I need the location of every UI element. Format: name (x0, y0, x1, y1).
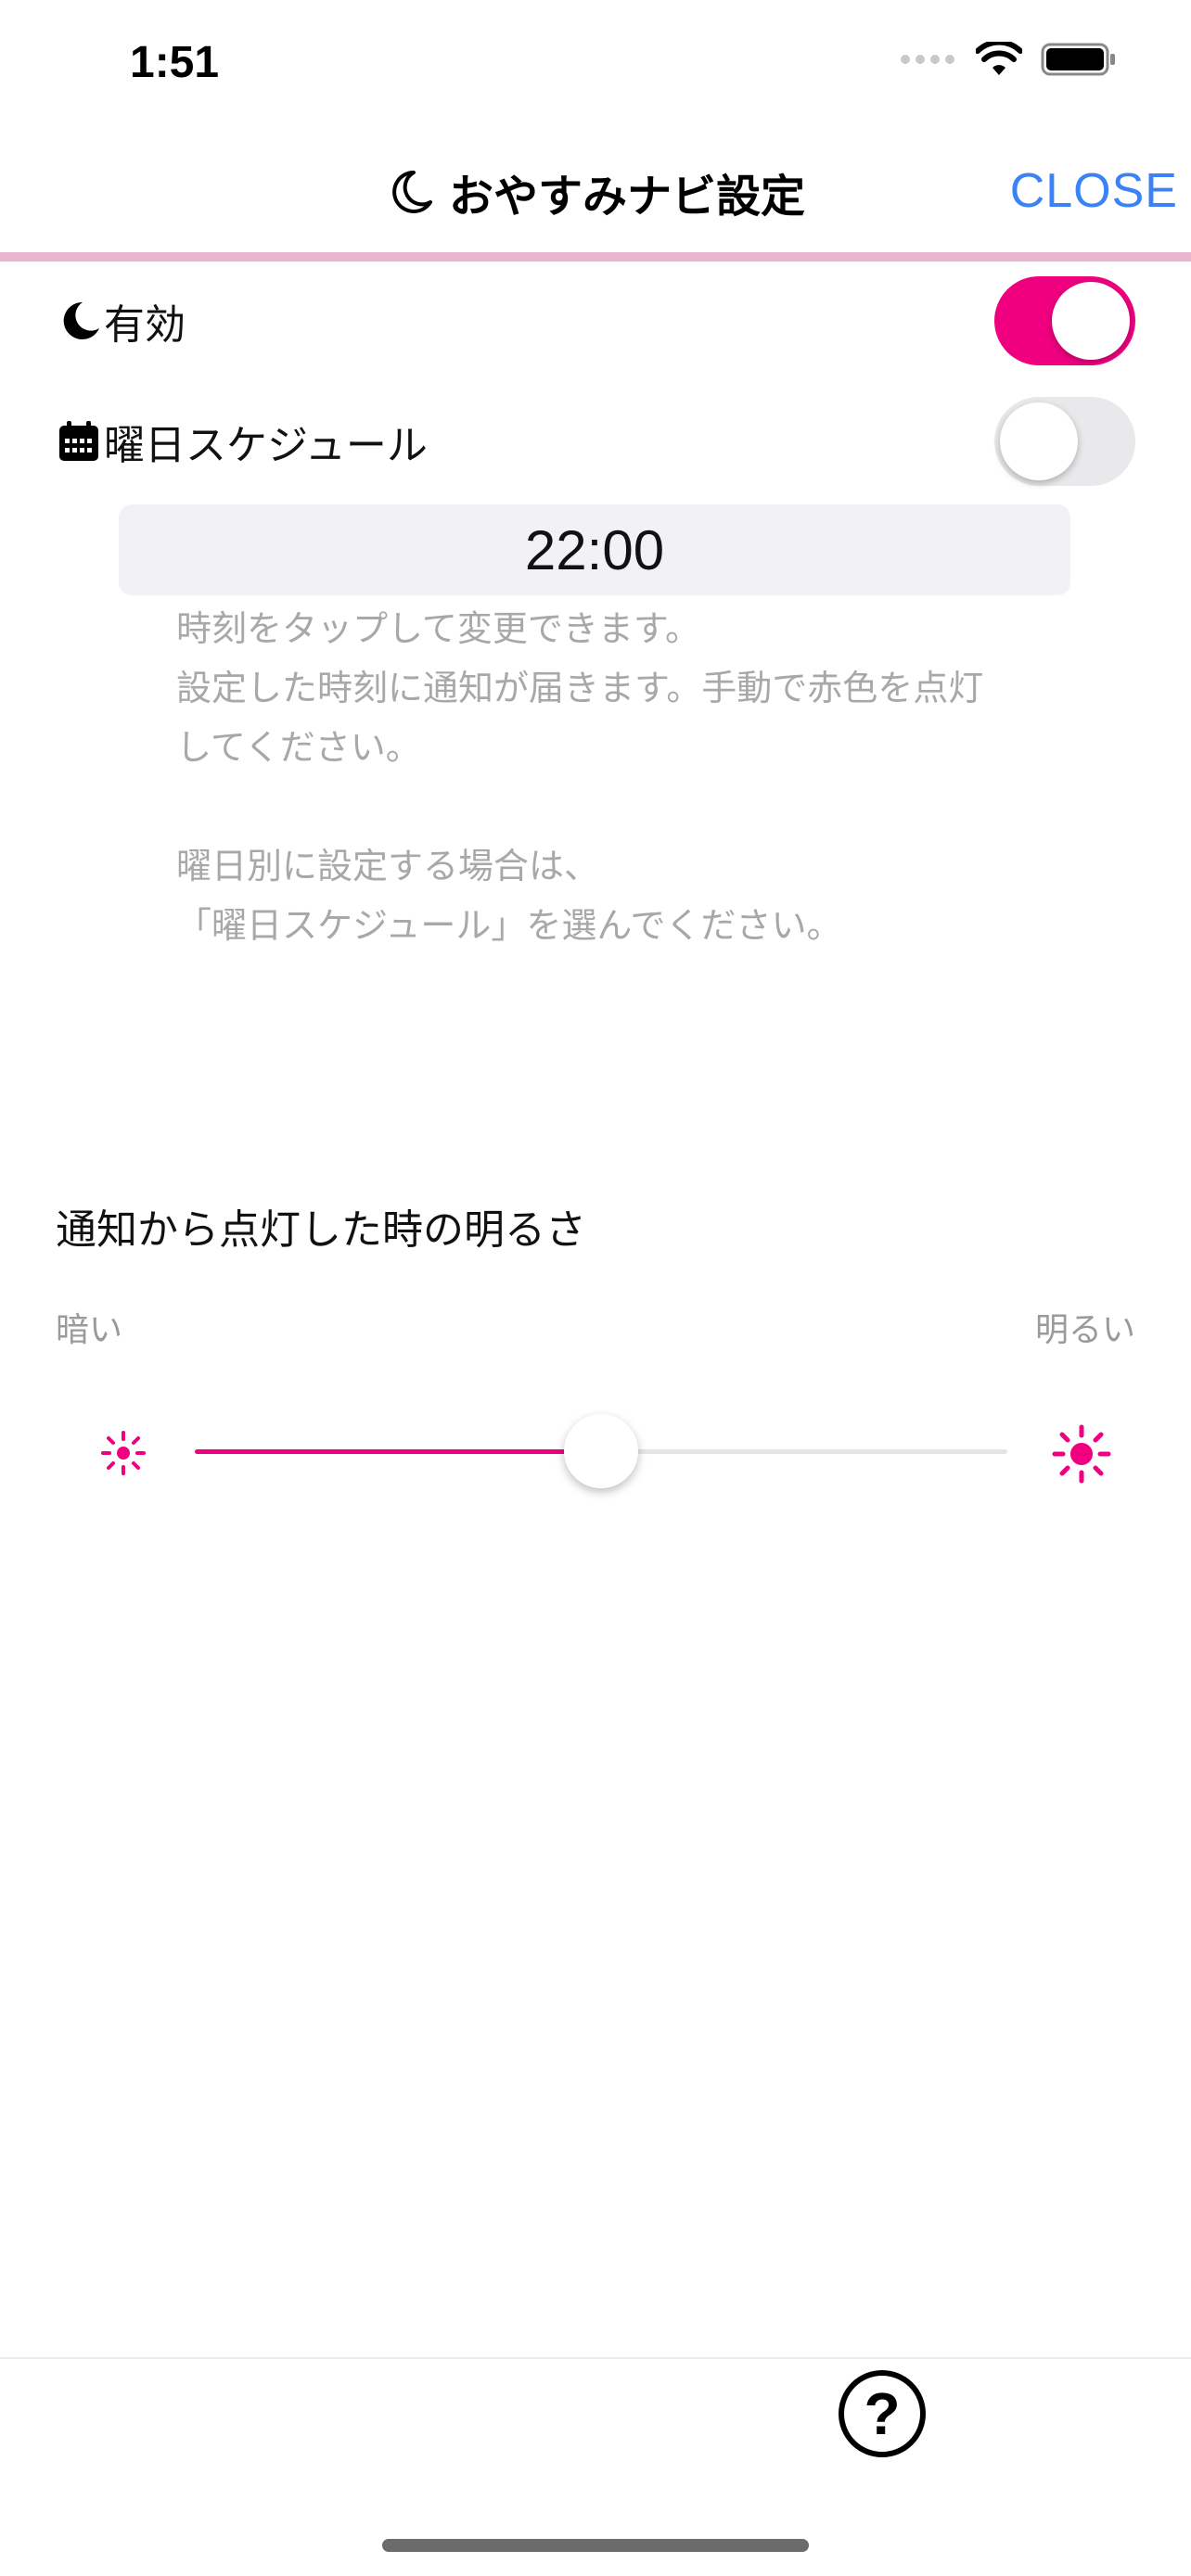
close-button[interactable]: CLOSE (1010, 163, 1178, 219)
status-time: 1:51 (130, 38, 220, 87)
brightness-min-label: 暗い (56, 1311, 123, 1349)
sun-large-icon (1052, 1424, 1111, 1484)
moon-icon (392, 171, 432, 213)
moon-icon (56, 298, 102, 344)
calendar-icon (56, 418, 102, 465)
toggle-knob (1000, 402, 1078, 480)
help-text: 時刻をタップして変更できます。 設定した時刻に通知が届きます。手動で赤色を点灯 … (176, 599, 1048, 955)
weekday-schedule-label: 曜日スケジュール (104, 422, 428, 469)
weekday-schedule-toggle[interactable] (994, 397, 1135, 486)
battery-icon (1041, 43, 1115, 76)
time-picker-field[interactable]: 22:00 (119, 504, 1070, 595)
enabled-toggle[interactable] (994, 276, 1135, 365)
footer-divider (0, 2357, 1191, 2359)
help-line: 設定した時刻に通知が届きます。手動で赤色を点灯 (176, 668, 984, 708)
weekday-schedule-label-group: 曜日スケジュール (56, 412, 428, 471)
help-line: してください。 (176, 727, 421, 768)
help-line: 「曜日スケジュール」を選んでください。 (176, 905, 842, 946)
brightness-slider-thumb[interactable] (564, 1414, 638, 1488)
help-line: 曜日別に設定する場合は、 (176, 846, 600, 886)
brightness-slider[interactable] (195, 1414, 1007, 1488)
help-line: 時刻をタップして変更できます。 (176, 608, 701, 649)
enabled-label-group: 有効 (56, 291, 186, 351)
wifi-icon (976, 42, 1022, 75)
sun-small-icon (101, 1431, 146, 1475)
header-divider (0, 252, 1191, 261)
screen: 1:51 おやすみナビ設定 CLOSE 有効 曜日スケジュール 22:00 時刻… (0, 0, 1191, 2576)
brightness-section-title: 通知から点灯した時の明るさ (56, 1206, 586, 1254)
page-title: おやすみナビ設定 (448, 171, 805, 223)
home-indicator (382, 2539, 809, 2552)
cellular-signal-icon (901, 55, 954, 64)
enabled-label: 有効 (104, 301, 186, 349)
toggle-knob (1052, 282, 1130, 360)
nav-bar: おやすみナビ設定 CLOSE (0, 130, 1191, 256)
help-button[interactable]: ? (839, 2370, 926, 2457)
weekday-schedule-row: 曜日スケジュール (56, 395, 1135, 488)
question-circle-icon: ? (864, 2380, 901, 2447)
enabled-row: 有効 (56, 274, 1135, 367)
status-icons (900, 41, 1117, 78)
brightness-slider-row (0, 1409, 1191, 1493)
brightness-max-label: 明るい (1034, 1311, 1135, 1349)
brightness-slider-fill (195, 1449, 601, 1454)
